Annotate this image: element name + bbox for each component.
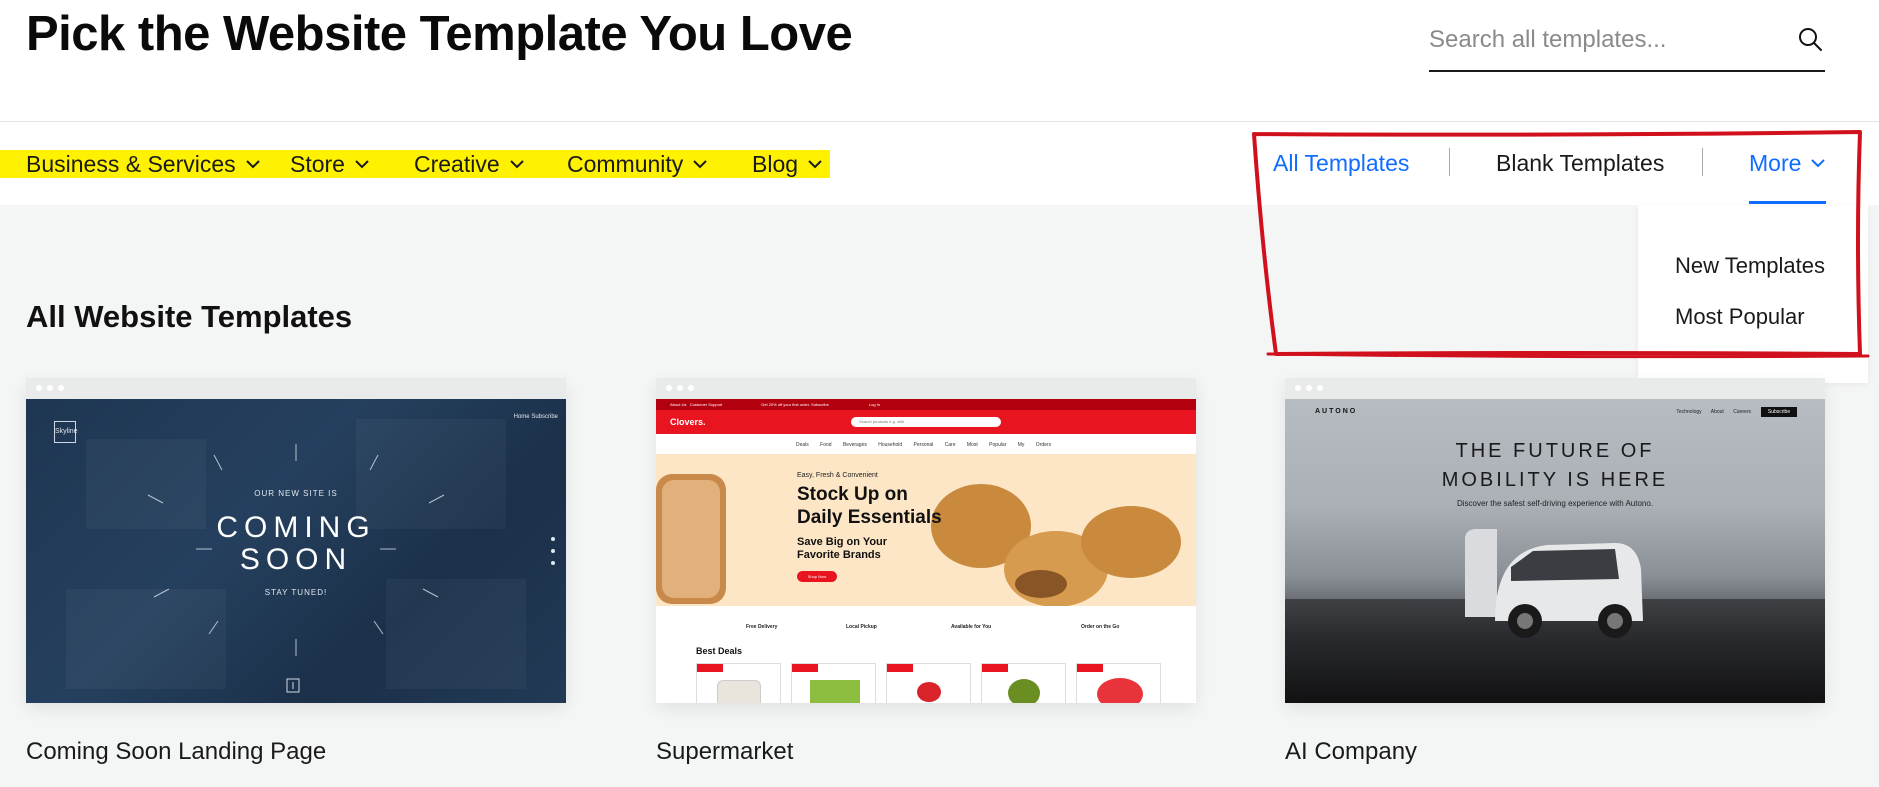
nav-divider	[1702, 148, 1703, 176]
thumb-product	[886, 663, 971, 703]
thumb-shop-button: Shop Now	[797, 571, 837, 582]
thumb-product	[791, 663, 876, 703]
vehicle-graphic	[1285, 529, 1825, 703]
chevron-down-icon	[808, 159, 822, 168]
thumb-hero-subtitle: Save Big on Your Favorite Brands	[797, 536, 887, 562]
template-thumbnail[interactable]: AUTONO Technology About Careers Subscrib…	[1285, 399, 1825, 703]
template-name[interactable]: AI Company	[1285, 738, 1417, 766]
nav-blank-templates[interactable]: Blank Templates	[1496, 150, 1664, 177]
thumb-topbar-text: About Us Customer Support Get 20% off yo…	[670, 402, 881, 407]
template-preview-frame[interactable]: Skyline Home Subscribe OUR NEW SITE IS C…	[26, 378, 566, 703]
thumb-headline-1: COMING	[216, 511, 376, 544]
thumb-hero-title-1: Stock Up on	[797, 484, 908, 505]
nav-business-services[interactable]: Business & Services	[26, 150, 260, 178]
chevron-down-icon	[245, 159, 260, 168]
search-box[interactable]	[1429, 14, 1825, 72]
thumb-hero	[656, 454, 1196, 607]
nav-community[interactable]: Community	[567, 150, 708, 178]
nav-blog-label: Blog	[752, 150, 799, 177]
browser-dots	[36, 385, 64, 391]
nav-all-templates[interactable]: All Templates	[1273, 150, 1409, 177]
chevron-down-icon	[693, 159, 708, 168]
nav-more-label: More	[1749, 150, 1802, 176]
nav-store-label: Store	[290, 150, 345, 177]
template-preview-frame[interactable]: AUTONO Technology About Careers Subscrib…	[1285, 378, 1825, 703]
menu-item-most-popular[interactable]: Most Popular	[1675, 304, 1805, 330]
thumb-feature: Free Delivery	[746, 624, 778, 630]
menu-item-new-templates[interactable]: New Templates	[1675, 253, 1825, 279]
thumb-footer-text: STAY TUNED!	[264, 588, 328, 597]
browser-dots	[1295, 385, 1323, 391]
nav-business-services-label: Business & Services	[26, 150, 236, 177]
template-preview-frame[interactable]: About Us Customer Support Get 20% off yo…	[656, 378, 1196, 703]
template-thumbnail[interactable]: Skyline Home Subscribe OUR NEW SITE IS C…	[26, 399, 566, 703]
thumb-hero-title: Stock Up on Daily Essentials	[797, 483, 942, 529]
search-input[interactable]	[1429, 22, 1769, 58]
thumb-topbar: About Us Customer Support Get 20% off yo…	[656, 399, 1196, 410]
thumb-product	[981, 663, 1066, 703]
page-title: Pick the Website Template You Love	[26, 7, 853, 61]
bread-graphic	[656, 474, 1181, 607]
thumb-hero-subtitle-2: Favorite Brands	[797, 549, 881, 561]
thumb-hero-kicker: Easy, Fresh & Convenient	[797, 472, 878, 479]
thumb-hero-subtitle-1: Save Big on Your	[797, 536, 888, 548]
nav-creative[interactable]: Creative	[414, 150, 524, 178]
thumb-feature: Local Pickup	[846, 624, 877, 630]
template-thumbnail[interactable]: About Us Customer Support Get 20% off yo…	[656, 399, 1196, 703]
thumb-headline-2: SOON	[239, 543, 353, 576]
thumb-kicker: OUR NEW SITE IS	[254, 489, 338, 498]
thumb-brand: Clovers.	[670, 417, 706, 427]
thumb-search-box: Search products e.g. milk	[851, 417, 1001, 427]
thumb-product	[1076, 663, 1161, 703]
template-name[interactable]: Supermarket	[656, 738, 793, 766]
more-dropdown-menu: New Templates Most Popular	[1638, 205, 1868, 383]
nav-more[interactable]: More	[1749, 150, 1826, 177]
thumb-hero-title-2: Daily Essentials	[797, 507, 942, 528]
thumb-feature: Order on the Go	[1081, 624, 1120, 630]
nav-store[interactable]: Store	[290, 150, 369, 178]
chevron-down-icon	[355, 159, 369, 168]
thumb-feature: Available for You	[951, 624, 992, 630]
page-header: Pick the Website Template You Love	[0, 0, 1879, 122]
nav-blog[interactable]: Blog	[752, 150, 822, 178]
thumb-search-placeholder: Search products e.g. milk	[859, 419, 905, 424]
search-icon[interactable]	[1795, 24, 1825, 54]
browser-dots	[666, 385, 694, 391]
category-highlight: Business & Services Store Creative Commu…	[0, 150, 830, 178]
nav-community-label: Community	[567, 150, 684, 177]
thumb-product	[696, 663, 781, 703]
thumb-best-deals: Best Deals	[696, 646, 743, 656]
section-title: All Website Templates	[26, 299, 353, 334]
nav-creative-label: Creative	[414, 150, 500, 177]
active-tab-underline	[1749, 201, 1826, 204]
thumb-menu: Deals Food Beverages Household Personal …	[796, 442, 1052, 448]
template-name[interactable]: Coming Soon Landing Page	[26, 738, 326, 766]
category-navbar: Business & Services Store Creative Commu…	[0, 123, 1879, 205]
chevron-down-icon	[1811, 159, 1826, 168]
chevron-down-icon	[509, 159, 524, 168]
nav-divider	[1449, 148, 1450, 176]
